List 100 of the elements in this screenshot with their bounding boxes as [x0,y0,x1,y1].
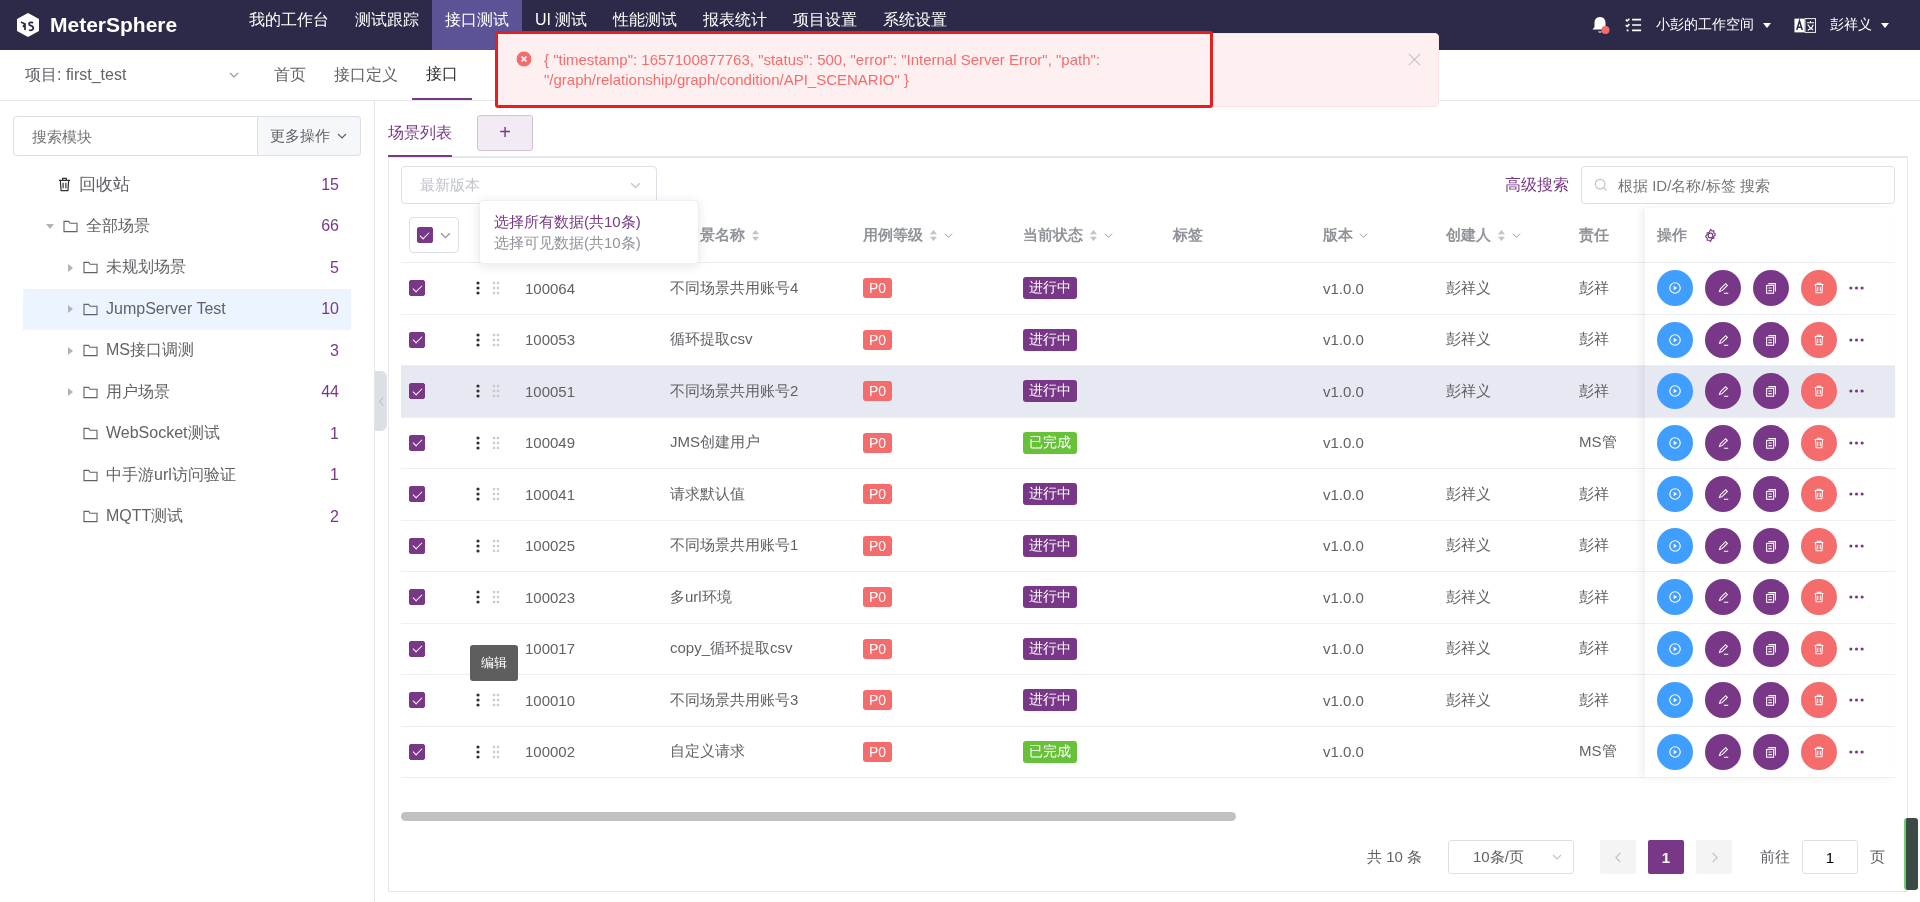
more-horizontal-icon[interactable] [1849,440,1864,445]
nav-menu-item[interactable]: 测试跟踪 [342,0,432,50]
scenario-list-tab[interactable]: 场景列表 [388,110,452,157]
select-all-checkbox[interactable] [416,227,433,243]
more-horizontal-icon[interactable] [1849,698,1864,703]
pencil-icon[interactable] [1716,693,1730,708]
delete-button[interactable] [1801,321,1837,358]
copy-button[interactable] [1753,476,1789,513]
nav-menu-item[interactable]: 我的工作台 [236,0,342,50]
pencil-icon[interactable] [1716,332,1730,347]
trash-icon[interactable] [1812,281,1826,296]
play-icon[interactable] [1668,384,1682,399]
row-checkbox[interactable] [409,280,425,297]
more-horizontal-icon[interactable] [1849,749,1864,754]
copy-icon[interactable] [1764,744,1778,759]
copy-button[interactable] [1753,424,1789,461]
trash-icon[interactable] [1812,487,1826,502]
run-button[interactable] [1657,476,1693,513]
play-icon[interactable] [1668,744,1682,759]
row-checkbox[interactable] [409,383,425,400]
run-button[interactable] [1657,424,1693,461]
table-row[interactable]: 100041 请求默认值 P0 进行中 v1.0.0 彭祥义 彭祥 [401,469,1645,521]
more-vertical-icon[interactable] [476,538,480,553]
page-number-button[interactable]: 1 [1648,840,1684,874]
notification-bell-icon[interactable] [1590,15,1610,35]
more-vertical-icon[interactable] [476,487,480,502]
row-checkbox[interactable] [409,640,425,657]
more-vertical-icon[interactable] [476,744,480,759]
table-row[interactable]: 100023 多url环境 P0 进行中 v1.0.0 彭祥义 彭祥 [401,572,1645,624]
copy-button[interactable] [1753,321,1789,358]
more-horizontal-icon[interactable] [1849,337,1864,342]
drag-handle-icon[interactable] [492,693,500,708]
delete-button[interactable] [1801,579,1837,616]
more-horizontal-icon[interactable] [1849,595,1864,600]
copy-icon[interactable] [1764,435,1778,450]
pencil-icon[interactable] [1716,435,1730,450]
edit-button[interactable] [1705,682,1741,719]
trash-icon[interactable] [1812,538,1826,553]
search-field[interactable]: 根据 ID/名称/标签 搜索 [1581,166,1895,204]
tree-item[interactable]: WebSocket测试 1 [23,413,351,455]
play-icon[interactable] [1668,590,1682,605]
settings-icon[interactable] [1703,227,1718,243]
copy-icon[interactable] [1764,590,1778,605]
add-tab-button[interactable]: + [477,114,533,151]
tree-item[interactable]: MQTT测试 2 [23,496,351,538]
copy-button[interactable] [1753,527,1789,564]
more-vertical-icon[interactable] [476,590,480,605]
more-vertical-icon[interactable] [476,384,480,399]
more-horizontal-icon[interactable] [1849,492,1864,497]
play-icon[interactable] [1668,332,1682,347]
pencil-icon[interactable] [1716,384,1730,399]
delete-button[interactable] [1801,424,1837,461]
play-icon[interactable] [1668,281,1682,296]
play-icon[interactable] [1668,435,1682,450]
tree-item[interactable]: 中手游url访问验证 1 [23,454,351,496]
trash-icon[interactable] [1812,744,1826,759]
pencil-icon[interactable] [1716,538,1730,553]
select-option[interactable]: 选择所有数据(共10条) [494,211,684,232]
edit-button[interactable] [1705,476,1741,513]
play-icon[interactable] [1668,693,1682,708]
run-button[interactable] [1657,527,1693,564]
run-button[interactable] [1657,270,1693,307]
user-dropdown[interactable]: 彭祥义 [1830,16,1890,34]
play-icon[interactable] [1668,487,1682,502]
more-vertical-icon[interactable] [476,435,480,450]
more-horizontal-icon[interactable] [1849,543,1864,548]
delete-button[interactable] [1801,733,1837,770]
trash-icon[interactable] [1812,435,1826,450]
copy-icon[interactable] [1764,281,1778,296]
tree-item[interactable]: JumpServer Test 10 [23,288,351,330]
drag-handle-icon[interactable] [492,590,500,605]
horizontal-scrollbar[interactable] [401,812,1236,821]
trash-icon[interactable] [1812,641,1826,656]
tree-item[interactable]: 未规划场景 5 [23,247,351,289]
trash-icon[interactable] [1812,332,1826,347]
trash-icon[interactable] [1812,384,1826,399]
pencil-icon[interactable] [1716,744,1730,759]
table-row[interactable]: 100049 JMS创建用户 P0 已完成 v1.0.0 MS管 [401,417,1645,469]
table-row[interactable]: 编辑 100017 copy_循环提取csv P0 进行中 v1.0.0 彭祥义 彭祥 [401,623,1645,675]
task-list-icon[interactable] [1624,16,1642,34]
copy-button[interactable] [1753,733,1789,770]
delete-button[interactable] [1801,527,1837,564]
row-checkbox[interactable] [409,692,425,709]
copy-icon[interactable] [1764,641,1778,656]
play-icon[interactable] [1668,641,1682,656]
more-vertical-icon[interactable] [476,332,480,347]
module-search-field[interactable]: 搜索模块 [13,116,258,156]
edit-button[interactable] [1705,321,1741,358]
module-tab[interactable]: 首页 [260,50,320,100]
edit-button[interactable] [1705,527,1741,564]
trash-icon[interactable] [1812,693,1826,708]
nav-menu-item[interactable]: 接口测试 [432,0,522,50]
drag-handle-icon[interactable] [492,538,500,553]
play-icon[interactable] [1668,538,1682,553]
advanced-search-link[interactable]: 高级搜索 [1505,174,1569,196]
table-row[interactable]: 100025 不同场景共用账号1 P0 进行中 v1.0.0 彭祥义 彭祥 [401,520,1645,572]
page-size-select[interactable]: 10条/页 [1448,840,1574,874]
delete-button[interactable] [1801,270,1837,307]
project-select[interactable]: 项目: first_test [0,64,260,86]
delete-button[interactable] [1801,682,1837,719]
